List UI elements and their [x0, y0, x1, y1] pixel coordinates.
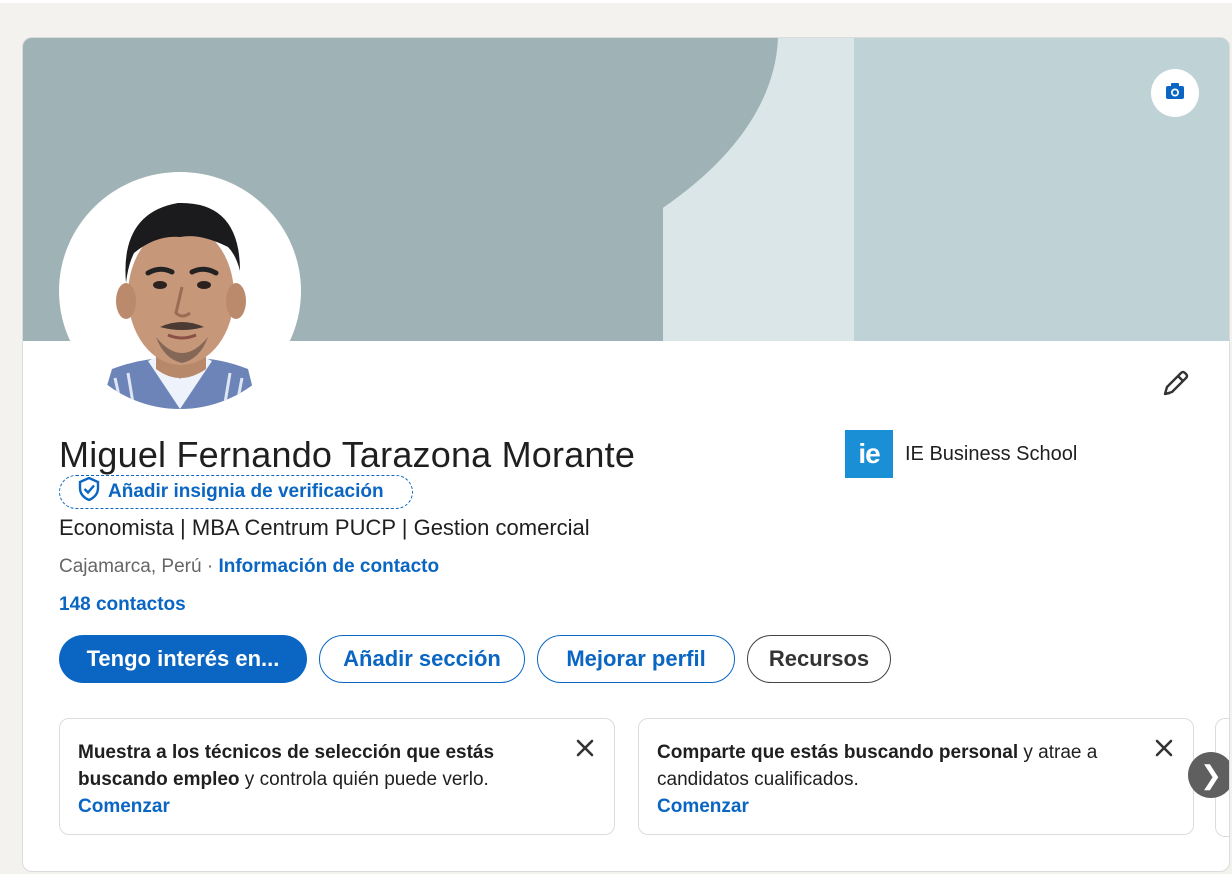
edit-banner-button[interactable] — [1151, 69, 1199, 117]
start-link[interactable]: Comenzar — [78, 796, 170, 817]
school-logo: ie — [845, 430, 893, 478]
school-name: IE Business School — [905, 442, 1078, 465]
profile-photo[interactable] — [59, 172, 301, 410]
recommendation-bold: Comparte que estás buscando personal — [657, 742, 1019, 763]
meta-separator: · — [201, 556, 219, 577]
dismiss-button[interactable] — [572, 737, 598, 763]
location-row: Cajamarca, Perú · Información de contact… — [59, 556, 439, 578]
carousel-next-button[interactable]: ❯ — [1188, 752, 1229, 798]
pencil-icon — [1159, 368, 1191, 405]
add-verification-badge-button[interactable]: Añadir insignia de verificación — [59, 475, 413, 509]
open-to-button[interactable]: Tengo interés en... — [59, 635, 307, 683]
recommendation-text: Comparte que estás buscando personal y a… — [657, 739, 1117, 820]
profile-actions: Tengo interés en... Añadir sección Mejor… — [59, 635, 891, 683]
close-icon — [575, 738, 595, 763]
camera-icon — [1165, 82, 1185, 105]
start-link[interactable]: Comenzar — [657, 796, 749, 817]
recommendation-text: Muestra a los técnicos de selección que … — [78, 739, 538, 820]
verification-label: Añadir insignia de verificación — [108, 481, 384, 502]
education-school[interactable]: ie IE Business School — [845, 430, 1077, 478]
chevron-right-icon: ❯ — [1200, 759, 1222, 790]
profile-headline: Economista | MBA Centrum PUCP | Gestion … — [59, 515, 590, 540]
add-section-button[interactable]: Añadir sección — [319, 635, 525, 683]
top-divider — [0, 0, 1232, 3]
recommendation-rest: y controla quién puede verlo. — [239, 769, 489, 790]
profile-card: Miguel Fernando Tarazona Morante Añadir … — [22, 37, 1230, 872]
profile-name: Miguel Fernando Tarazona Morante — [59, 434, 636, 475]
dismiss-button[interactable] — [1151, 737, 1177, 763]
enhance-profile-button[interactable]: Mejorar perfil — [537, 635, 735, 683]
recommendation-card-hiring: Comparte que estás buscando personal y a… — [638, 718, 1194, 835]
connections-link[interactable]: 148 contactos — [59, 594, 186, 616]
edit-intro-button[interactable] — [1155, 366, 1195, 406]
recommendation-card-open-to-work: Muestra a los técnicos de selección que … — [59, 718, 615, 835]
contact-info-link[interactable]: Información de contacto — [218, 556, 439, 577]
school-logo-text: ie — [858, 438, 880, 469]
location-text: Cajamarca, Perú — [59, 556, 202, 577]
close-icon — [1154, 738, 1174, 763]
shield-check-icon — [78, 476, 100, 507]
resources-button[interactable]: Recursos — [747, 635, 891, 683]
